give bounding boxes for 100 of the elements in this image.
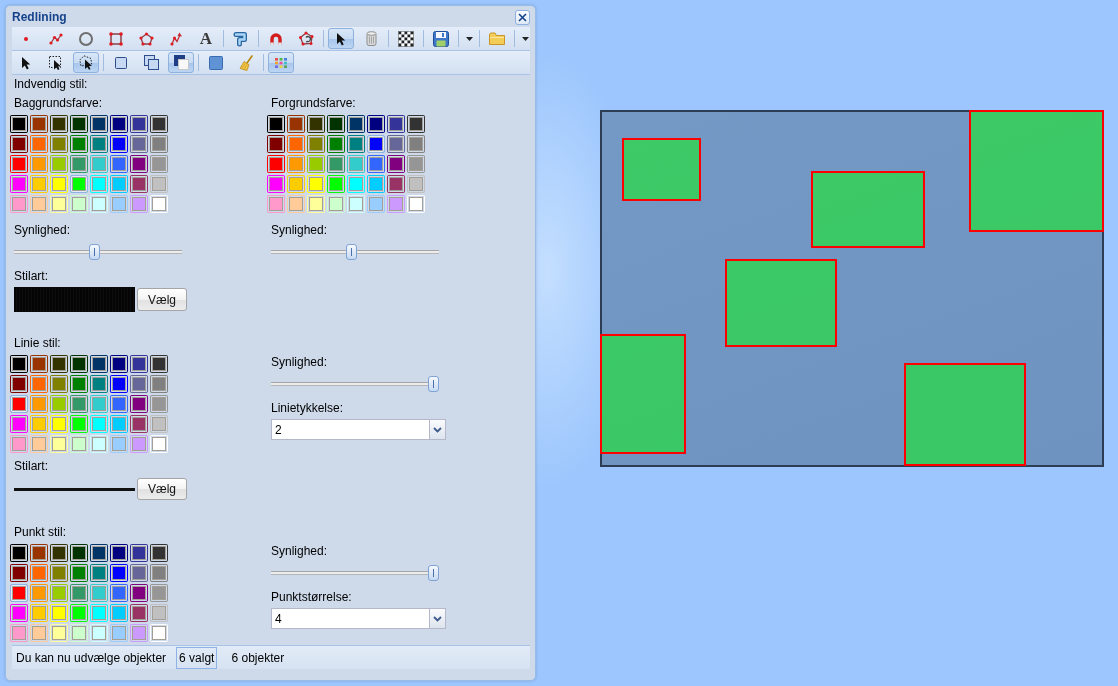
close-button[interactable] xyxy=(515,10,530,25)
color-swatch[interactable] xyxy=(307,195,325,213)
color-swatch[interactable] xyxy=(387,115,405,133)
color-swatch[interactable] xyxy=(90,375,108,393)
color-swatch[interactable] xyxy=(347,155,365,173)
color-swatch[interactable] xyxy=(130,115,148,133)
color-swatch[interactable] xyxy=(90,355,108,373)
color-swatch[interactable] xyxy=(150,544,168,562)
color-swatch[interactable] xyxy=(267,155,285,173)
color-swatch[interactable] xyxy=(130,355,148,373)
color-swatch[interactable] xyxy=(110,604,128,622)
subtract-selection-button[interactable] xyxy=(168,52,194,73)
color-swatch[interactable] xyxy=(10,395,28,413)
color-swatch[interactable] xyxy=(10,135,28,153)
color-swatch[interactable] xyxy=(50,415,68,433)
color-swatch[interactable] xyxy=(10,435,28,453)
color-swatch[interactable] xyxy=(70,564,88,582)
color-swatch[interactable] xyxy=(30,355,48,373)
color-swatch[interactable] xyxy=(267,175,285,193)
color-swatch[interactable] xyxy=(150,375,168,393)
color-swatch[interactable] xyxy=(267,195,285,213)
color-swatch[interactable] xyxy=(90,155,108,173)
color-swatch[interactable] xyxy=(10,415,28,433)
color-swatch[interactable] xyxy=(130,564,148,582)
color-swatch[interactable] xyxy=(150,155,168,173)
color-swatch[interactable] xyxy=(50,584,68,602)
color-swatch[interactable] xyxy=(50,435,68,453)
map-rectangle[interactable] xyxy=(622,138,701,201)
color-swatch[interactable] xyxy=(110,544,128,562)
color-swatch[interactable] xyxy=(30,564,48,582)
color-swatch[interactable] xyxy=(407,155,425,173)
line-width-field[interactable]: 2 xyxy=(271,419,429,440)
color-swatch[interactable] xyxy=(387,135,405,153)
color-swatch[interactable] xyxy=(70,135,88,153)
map-rectangle[interactable] xyxy=(600,334,686,454)
map-rectangle[interactable] xyxy=(725,259,837,347)
text-tool-button[interactable]: A xyxy=(193,28,219,49)
color-swatch[interactable] xyxy=(30,155,48,173)
color-swatch[interactable] xyxy=(407,115,425,133)
color-swatch[interactable] xyxy=(30,604,48,622)
slider-thumb[interactable] xyxy=(89,244,101,260)
color-swatch[interactable] xyxy=(150,395,168,413)
color-swatch[interactable] xyxy=(150,624,168,642)
color-swatch[interactable] xyxy=(110,115,128,133)
color-swatch[interactable] xyxy=(130,604,148,622)
dropdown-button[interactable] xyxy=(429,419,446,440)
color-swatch[interactable] xyxy=(10,564,28,582)
color-swatch[interactable] xyxy=(130,435,148,453)
color-swatch[interactable] xyxy=(70,624,88,642)
color-swatch[interactable] xyxy=(10,195,28,213)
color-swatch[interactable] xyxy=(90,544,108,562)
color-swatch[interactable] xyxy=(110,355,128,373)
style-button[interactable] xyxy=(268,52,294,73)
color-swatch[interactable] xyxy=(70,604,88,622)
color-swatch[interactable] xyxy=(130,175,148,193)
color-swatch[interactable] xyxy=(90,395,108,413)
color-swatch[interactable] xyxy=(70,175,88,193)
color-swatch[interactable] xyxy=(10,375,28,393)
color-swatch[interactable] xyxy=(327,175,345,193)
color-swatch[interactable] xyxy=(50,395,68,413)
color-swatch[interactable] xyxy=(150,355,168,373)
color-swatch[interactable] xyxy=(30,584,48,602)
color-swatch[interactable] xyxy=(327,155,345,173)
color-swatch[interactable] xyxy=(50,604,68,622)
color-swatch[interactable] xyxy=(110,135,128,153)
color-swatch[interactable] xyxy=(150,115,168,133)
color-swatch[interactable] xyxy=(90,175,108,193)
color-swatch[interactable] xyxy=(10,355,28,373)
color-swatch[interactable] xyxy=(70,415,88,433)
color-swatch[interactable] xyxy=(287,175,305,193)
color-swatch[interactable] xyxy=(90,624,108,642)
color-swatch[interactable] xyxy=(130,155,148,173)
choose-button[interactable]: Vælg xyxy=(137,288,187,311)
color-swatch[interactable] xyxy=(130,584,148,602)
color-swatch[interactable] xyxy=(30,624,48,642)
color-swatch[interactable] xyxy=(110,415,128,433)
color-swatch[interactable] xyxy=(30,175,48,193)
slider-thumb[interactable] xyxy=(428,376,439,392)
color-swatch[interactable] xyxy=(50,155,68,173)
color-swatch[interactable] xyxy=(150,175,168,193)
color-swatch[interactable] xyxy=(367,115,385,133)
color-swatch[interactable] xyxy=(30,115,48,133)
color-swatch[interactable] xyxy=(50,355,68,373)
color-swatch[interactable] xyxy=(30,135,48,153)
color-swatch[interactable] xyxy=(10,604,28,622)
color-swatch[interactable] xyxy=(50,115,68,133)
color-swatch[interactable] xyxy=(150,195,168,213)
color-swatch[interactable] xyxy=(90,195,108,213)
color-swatch[interactable] xyxy=(10,584,28,602)
color-swatch[interactable] xyxy=(307,115,325,133)
color-swatch[interactable] xyxy=(30,375,48,393)
color-swatch[interactable] xyxy=(407,195,425,213)
map-rectangle[interactable] xyxy=(969,110,1104,232)
color-swatch[interactable] xyxy=(110,375,128,393)
color-swatch[interactable] xyxy=(70,584,88,602)
color-swatch[interactable] xyxy=(90,415,108,433)
color-swatch[interactable] xyxy=(287,195,305,213)
color-swatch[interactable] xyxy=(150,584,168,602)
color-swatch[interactable] xyxy=(367,175,385,193)
select-button[interactable] xyxy=(328,28,354,49)
